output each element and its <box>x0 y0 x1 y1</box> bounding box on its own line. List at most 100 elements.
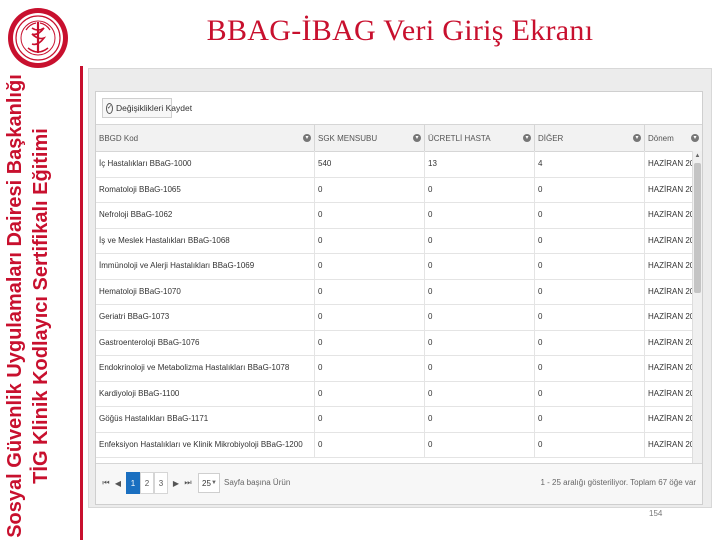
table-cell[interactable]: 0 <box>424 202 534 228</box>
filter-icon[interactable]: ▾ <box>633 134 641 142</box>
accent-divider <box>80 66 83 540</box>
table-row[interactable]: Romatoloji BBaG-1065000HAZİRAN 2017 <box>96 176 692 203</box>
filter-icon[interactable]: ▾ <box>691 134 699 142</box>
table-cell[interactable]: 0 <box>314 202 424 228</box>
table-cell[interactable]: 0 <box>424 406 534 432</box>
table-cell[interactable]: 0 <box>424 176 534 202</box>
table-cell[interactable]: 0 <box>534 176 644 202</box>
grid-window: ✓ Değişiklikleri Kaydet BBGD Kod ▾ SGK MEN… <box>95 91 703 505</box>
scrollbar-thumb[interactable] <box>694 163 701 293</box>
table-cell[interactable]: 0 <box>314 380 424 406</box>
grid-header: BBGD Kod ▾ SGK MENSUBU ▾ ÜCRETLİ HASTA ▾ DİĞER… <box>96 124 702 152</box>
table-cell[interactable]: 0 <box>314 431 424 457</box>
table-row[interactable]: Kardiyoloji BBaG-1100000HAZİRAN 2017 <box>96 380 692 407</box>
table-cell[interactable]: 0 <box>424 431 534 457</box>
next-page-icon[interactable]: ▶ <box>170 474 182 492</box>
table-row[interactable]: Enfeksiyon Hastalıkları ve Klinik Mikrob… <box>96 431 692 458</box>
table-cell: İmmünoloji ve Alerji Hastalıkları BBaG-1… <box>99 261 255 271</box>
table-row[interactable]: İş ve Meslek Hastalıkları BBaG-1068 0 0 0 HA… <box>96 227 692 254</box>
table-cell: Romatoloji BBaG-1065 <box>99 184 181 194</box>
table-cell: HAZİRAN 2017 <box>644 304 692 330</box>
table-cell[interactable]: 0 <box>534 304 644 330</box>
column-header[interactable]: BBGD Kod ▾ <box>96 125 314 151</box>
table-cell[interactable]: 0 <box>424 329 534 355</box>
vertical-scrollbar[interactable]: ▲ <box>692 151 702 481</box>
page-button-3[interactable]: 3 <box>154 472 168 494</box>
column-header[interactable]: DİĞER ▾ <box>534 125 644 151</box>
table-cell: Endokrinoloji ve Metabolizma Hastalıklar… <box>99 363 290 373</box>
slide-number: 154 <box>649 509 663 518</box>
table-row[interactable]: Geriatri BBaG-1073000HAZİRAN 2017 <box>96 304 692 331</box>
table-row[interactable]: Gastroenteroloji BBaG-1076000HAZİRAN 201… <box>96 329 692 356</box>
column-header[interactable]: Dönem ▾ <box>644 125 702 151</box>
save-changes-label: Değişiklikleri Kaydet <box>116 103 193 113</box>
prev-page-icon[interactable]: ◀ <box>112 474 124 492</box>
table-cell[interactable]: 0 <box>424 253 534 279</box>
table-cell: Geriatri BBaG-1073 <box>99 312 170 322</box>
page-size-select[interactable]: 25 ▼ <box>198 473 220 493</box>
table-cell: Göğüs Hastalıkları BBaG-1171 <box>99 414 209 424</box>
last-page-icon[interactable]: ⏭ <box>182 474 194 492</box>
table-cell: Nefroloji BBaG-1062 <box>99 210 173 220</box>
table-row[interactable]: Endokrinoloji ve Metabolizma Hastalıklar… <box>96 355 692 382</box>
table-cell[interactable]: 0 <box>314 278 424 304</box>
table-cell[interactable]: 0 <box>424 304 534 330</box>
table-row[interactable]: İmmünoloji ve Alerji Hastalıkları BBaG-1… <box>96 253 692 280</box>
table-cell[interactable]: 0 <box>534 253 644 279</box>
table-cell[interactable]: 0 <box>534 227 644 253</box>
table-cell: HAZİRAN 2017 <box>644 406 692 432</box>
filter-icon[interactable]: ▾ <box>303 134 311 142</box>
table-cell: HAZİRAN 2017 <box>644 355 692 381</box>
column-header[interactable]: ÜCRETLİ HASTA ▾ <box>424 125 534 151</box>
table-cell[interactable]: 0 <box>314 176 424 202</box>
table-row[interactable]: İç Hastalıkları BBaG-1000 540 13 4 HAZİRAN 2… <box>96 151 692 178</box>
table-cell[interactable]: 0 <box>534 278 644 304</box>
table-cell: HAZİRAN 2017 <box>644 227 692 253</box>
table-cell: HAZİRAN 2017 <box>644 380 692 406</box>
table-cell: Gastroenteroloji BBaG-1076 <box>99 337 200 347</box>
page-button-1[interactable]: 1 <box>126 472 140 494</box>
table-cell[interactable]: 0 <box>314 304 424 330</box>
ministry-emblem-icon <box>8 8 68 68</box>
table-cell[interactable]: 0 <box>534 380 644 406</box>
table-row[interactable]: Nefroloji BBaG-1062000HAZİRAN 2017 <box>96 202 692 229</box>
table-cell[interactable]: 0 <box>314 253 424 279</box>
table-row[interactable]: Hematoloji BBaG-1070000HAZİRAN 2017 <box>96 278 692 305</box>
column-header-label: DİĞER <box>538 133 564 143</box>
table-cell: Kardiyoloji BBaG-1100 <box>99 388 180 398</box>
scroll-up-icon[interactable]: ▲ <box>694 152 701 160</box>
table-cell[interactable]: 0 <box>534 355 644 381</box>
table-cell[interactable]: 0 <box>314 406 424 432</box>
table-cell: İç Hastalıkları BBaG-1000 <box>99 159 192 169</box>
table-cell: Enfeksiyon Hastalıkları ve Klinik Mikrob… <box>99 439 303 449</box>
table-cell[interactable]: 0 <box>534 406 644 432</box>
table-cell: HAZİRAN 2017 <box>644 176 692 202</box>
pager: ⏮ ◀ 1 2 3 ▶ ⏭ 25 ▼ Sayfa başına Ürün 1 -… <box>96 463 702 504</box>
table-row[interactable]: Göğüs Hastalıkları BBaG-1171 0 0 0 HAZİRAN 2… <box>96 406 692 433</box>
table-cell[interactable]: 0 <box>424 355 534 381</box>
table-cell[interactable]: 0 <box>314 329 424 355</box>
sidebar-line-2: TİG Klinik Kodlayıcı Sertifikalı Eğitimi <box>30 128 52 484</box>
table-cell[interactable]: 0 <box>424 227 534 253</box>
table-cell[interactable]: 0 <box>424 278 534 304</box>
table-cell: HAZİRAN 2017 <box>644 151 692 177</box>
table-cell[interactable]: 540 <box>314 151 424 177</box>
table-cell[interactable]: 13 <box>424 151 534 177</box>
filter-icon[interactable]: ▾ <box>413 134 421 142</box>
table-cell: İş ve Meslek Hastalıkları BBaG-1068 <box>99 235 230 245</box>
column-header[interactable]: SGK MENSUBU ▾ <box>314 125 424 151</box>
table-cell[interactable]: 0 <box>314 355 424 381</box>
page-button-2[interactable]: 2 <box>140 472 154 494</box>
filter-icon[interactable]: ▾ <box>523 134 531 142</box>
first-page-icon[interactable]: ⏮ <box>100 474 112 492</box>
sidebar-line-1: Sosyal Güvenlik Uygulamaları Dairesi Baş… <box>4 74 26 538</box>
sidebar-caption: Sosyal Güvenlik Uygulamaları Dairesi Baş… <box>2 72 78 540</box>
table-cell[interactable]: 0 <box>534 431 644 457</box>
table-cell[interactable]: 0 <box>534 329 644 355</box>
table-cell[interactable]: 0 <box>314 227 424 253</box>
table-cell[interactable]: 4 <box>534 151 644 177</box>
table-cell: HAZİRAN 2017 <box>644 202 692 228</box>
table-cell[interactable]: 0 <box>424 380 534 406</box>
save-changes-button[interactable]: ✓ Değişiklikleri Kaydet <box>102 98 192 118</box>
table-cell[interactable]: 0 <box>534 202 644 228</box>
